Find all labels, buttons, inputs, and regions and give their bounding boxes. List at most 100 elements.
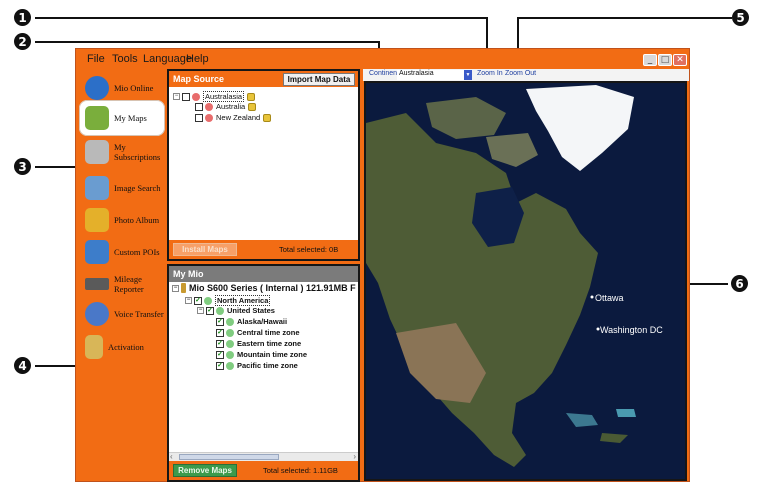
checkbox-checked[interactable]: ✓: [206, 306, 214, 315]
tree-row-mountain[interactable]: ✓ Mountain time zone: [216, 350, 307, 359]
checkbox[interactable]: [182, 92, 190, 101]
screenshot-root: 1 2 3 4 5 6 File Tools Language Help _ □…: [0, 0, 757, 489]
continent-select[interactable]: Australasia ▼: [397, 70, 472, 80]
sidebar-item-image-search[interactable]: Image Search: [79, 170, 165, 206]
remove-maps-button[interactable]: Remove Maps: [173, 464, 237, 477]
status-dot-icon: [204, 296, 212, 305]
map-source-panel: Map Source Import Map Data − Australasia…: [167, 69, 360, 261]
device-row[interactable]: − Mio S600 Series ( Internal ) 121.91MB …: [172, 283, 356, 293]
checkbox[interactable]: [195, 102, 203, 111]
sidebar-item-voice-transfer[interactable]: Voice Transfer: [79, 296, 165, 332]
sidebar-item-label: Photo Album: [114, 215, 160, 225]
tree-row-new-zealand[interactable]: New Zealand: [195, 113, 272, 122]
sidebar-item-activation[interactable]: Activation: [79, 329, 165, 365]
sidebar-item-my-subscriptions[interactable]: My Subscriptions: [79, 134, 165, 170]
checkbox-checked[interactable]: ✓: [216, 361, 224, 370]
callout-line-5: [517, 17, 732, 19]
activation-icon: [85, 335, 103, 359]
sidebar-item-label: Voice Transfer: [114, 309, 164, 319]
zoom-in-link[interactable]: Zoom In: [477, 70, 503, 77]
tree-row-eastern[interactable]: ✓ Eastern time zone: [216, 339, 301, 348]
total-selected-label: Total selected: 0B: [279, 245, 339, 254]
menu-file[interactable]: File: [87, 53, 105, 65]
tree-label: Australia: [216, 102, 246, 111]
tree-row-pacific[interactable]: ✓ Pacific time zone: [216, 361, 298, 370]
continent-label: Continent: [369, 70, 399, 77]
zoom-out-link[interactable]: Zoom Out: [505, 70, 536, 77]
photo-album-icon: [85, 208, 109, 232]
maximize-button[interactable]: □: [658, 54, 672, 66]
collapse-icon[interactable]: −: [197, 307, 204, 314]
status-dot-icon: [226, 350, 234, 359]
tree-row-north-america[interactable]: − ✓ North America: [185, 295, 271, 306]
maps-icon: [85, 106, 109, 130]
collapse-icon[interactable]: −: [185, 297, 192, 304]
tree-row-central[interactable]: ✓ Central time zone: [216, 328, 300, 337]
tree-label: Eastern time zone: [237, 339, 302, 348]
checkbox[interactable]: [195, 113, 203, 122]
checkbox-checked[interactable]: ✓: [216, 350, 224, 359]
voice-transfer-icon: [85, 302, 109, 326]
satellite-map-image: Ottawa Washington DC: [366, 83, 685, 479]
install-maps-button[interactable]: Install Maps: [173, 243, 237, 256]
subscriptions-icon: [85, 140, 109, 164]
checkbox-checked[interactable]: ✓: [216, 339, 224, 348]
status-dot-icon: [216, 306, 224, 315]
callout-marker-2: 2: [14, 33, 31, 50]
menu-bar: File Tools Language Help _ □ ✕: [76, 49, 689, 71]
tree-row-united-states[interactable]: − ✓ United States: [197, 306, 275, 315]
tree-label: Mountain time zone: [237, 350, 307, 359]
map-source-footer: Install Maps Total selected: 0B: [169, 240, 358, 259]
tree-row-alaska-hawaii[interactable]: ✓ Alaska/Hawaii: [216, 317, 287, 326]
callout-marker-5: 5: [732, 9, 749, 26]
tree-row-australasia[interactable]: − Australasia: [173, 91, 256, 102]
minimize-button[interactable]: _: [643, 54, 657, 66]
sidebar-item-label: Custom POIs: [114, 247, 160, 257]
scroll-left-icon[interactable]: ‹: [170, 452, 173, 461]
import-map-data-button[interactable]: Import Map Data: [283, 73, 355, 86]
scroll-right-icon[interactable]: ›: [353, 452, 356, 461]
status-dot-icon: [226, 339, 234, 348]
menu-language[interactable]: Language: [143, 53, 192, 65]
total-selected-label: Total selected: 1.11GB: [263, 466, 338, 475]
app-window: File Tools Language Help _ □ ✕ Mio Onlin…: [75, 48, 690, 482]
custom-pois-icon: [85, 240, 109, 264]
status-dot-icon: [192, 92, 200, 101]
menu-help[interactable]: Help: [186, 53, 209, 65]
chevron-down-icon[interactable]: ▼: [464, 70, 472, 80]
checkbox-checked[interactable]: ✓: [216, 328, 224, 337]
lock-icon: [263, 113, 272, 122]
status-dot-icon: [205, 102, 213, 111]
horizontal-scrollbar[interactable]: ‹ ›: [169, 452, 358, 461]
globe-icon: [85, 76, 109, 100]
menu-tools[interactable]: Tools: [112, 53, 138, 65]
status-dot-icon: [226, 328, 234, 337]
tree-label: Pacific time zone: [237, 361, 298, 370]
mileage-reporter-icon: [85, 278, 109, 290]
image-search-icon: [85, 176, 109, 200]
device-label: Mio S600 Series ( Internal ) 121.91MB F: [189, 283, 356, 293]
checkbox-checked[interactable]: ✓: [194, 296, 202, 305]
collapse-icon[interactable]: −: [173, 93, 180, 100]
tree-row-australia[interactable]: Australia: [195, 102, 257, 111]
scroll-thumb[interactable]: [179, 454, 279, 460]
my-mio-footer: Remove Maps Total selected: 1.11GB: [169, 461, 358, 480]
close-button[interactable]: ✕: [673, 54, 687, 66]
tree-label: Central time zone: [237, 328, 300, 337]
collapse-icon[interactable]: −: [172, 284, 179, 292]
sidebar-item-label: Mileage Reporter: [114, 274, 144, 294]
sidebar-item-my-maps[interactable]: My Maps: [79, 100, 165, 136]
continent-value: Australasia: [399, 70, 434, 77]
tree-label: North America: [215, 295, 271, 306]
status-dot-icon: [226, 361, 234, 370]
checkbox-checked[interactable]: ✓: [216, 317, 224, 326]
my-mio-title: My Mio: [169, 266, 358, 282]
callout-marker-4: 4: [14, 357, 31, 374]
map-view[interactable]: Ottawa Washington DC: [364, 81, 687, 481]
tree-label: United States: [227, 306, 275, 315]
map-label-ottawa: Ottawa: [595, 293, 624, 303]
sidebar-item-photo-album[interactable]: Photo Album: [79, 202, 165, 238]
sidebar-item-custom-pois[interactable]: Custom POIs: [79, 234, 165, 270]
callout-line-6: [686, 283, 728, 285]
sidebar-item-label: Activation: [108, 342, 144, 352]
